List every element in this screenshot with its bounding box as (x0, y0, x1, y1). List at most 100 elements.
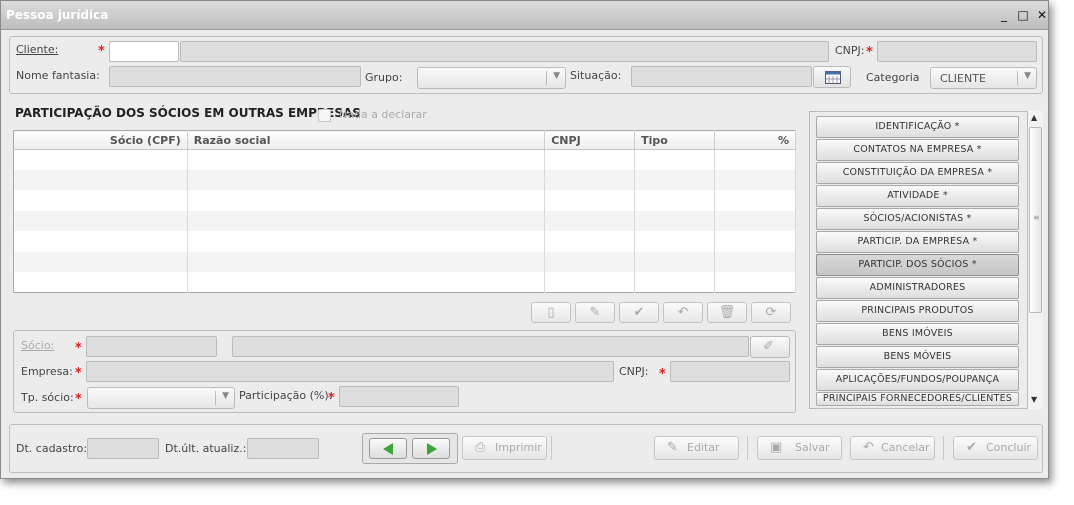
check-icon: ✔ (633, 305, 645, 320)
salvar-button[interactable]: ▣ Salvar (757, 436, 842, 460)
close-button[interactable]: ✕ (1035, 8, 1049, 22)
empresa-field[interactable] (86, 361, 614, 382)
pencil-icon: ✎ (667, 440, 678, 455)
cnpj-label: CNPJ: (835, 44, 865, 57)
delete-record-button[interactable]: 🗑 (707, 302, 747, 323)
undo-icon: ↶ (863, 440, 874, 455)
nome-fantasia-label: Nome fantasia: (16, 69, 100, 82)
column-header-percent[interactable]: % (714, 130, 796, 150)
cnpj-field (877, 41, 1037, 62)
imprimir-button[interactable]: ⎙ Imprimir (462, 436, 547, 460)
cancelar-button[interactable]: ↶ Cancelar (850, 436, 935, 460)
editar-button[interactable]: ✎ Editar (654, 436, 739, 460)
participacao-label: Participação (%): (239, 389, 333, 402)
window-title: Pessoa jurídica (6, 8, 109, 22)
detail-cnpj-field[interactable] (670, 361, 790, 382)
nav-item[interactable]: PARTICIP. DOS SÓCIOS * (816, 254, 1019, 276)
dt-cadastro-field (87, 438, 159, 459)
scroll-up-icon[interactable]: ▲ (1031, 113, 1037, 122)
confirm-record-button[interactable]: ✔ (619, 302, 659, 323)
grupo-select[interactable]: ▼ (417, 67, 566, 89)
arrow-right-icon (427, 443, 437, 455)
cliente-name-field (180, 41, 829, 62)
table-row[interactable] (13, 149, 796, 170)
nada-a-declarar-label: Nada a declarar (339, 108, 427, 121)
nav-item[interactable]: IDENTIFICAÇÃO * (816, 116, 1019, 138)
printer-icon: ⎙ (475, 440, 486, 455)
refresh-record-button[interactable]: ⟳ (751, 302, 791, 323)
record-navigator (362, 433, 458, 464)
calendar-button[interactable] (813, 66, 851, 88)
cliente-code-input[interactable] (109, 41, 179, 62)
nav-item[interactable]: ATIVIDADE * (816, 185, 1019, 207)
divider (747, 436, 748, 460)
nav-item[interactable]: BENS MÓVEIS (816, 346, 1019, 368)
scroll-thumb[interactable]: ≡ (1029, 127, 1042, 313)
nav-item[interactable]: SÓCIOS/ACIONISTAS * (816, 208, 1019, 230)
table-row[interactable] (13, 190, 796, 211)
empresa-label: Empresa: (21, 365, 73, 378)
nav-item[interactable]: BENS IMÓVEIS (816, 323, 1019, 345)
concluir-button[interactable]: ✔ Concluir (953, 436, 1038, 460)
situacao-field (631, 66, 812, 87)
arrow-left-icon (383, 443, 393, 455)
nav-item[interactable]: PRINCIPAIS PRODUTOS (816, 300, 1019, 322)
edit-record-button[interactable]: ✎ (575, 302, 615, 323)
column-header-razao-social[interactable]: Razão social (187, 130, 546, 150)
nome-fantasia-field (109, 66, 361, 87)
required-marker: * (75, 392, 82, 407)
dt-atualiz-label: Dt.últ. atualiz.: (165, 442, 247, 455)
situacao-label: Situação: (570, 69, 622, 82)
new-document-icon: ▯ (547, 305, 555, 320)
grupo-label: Grupo: (365, 71, 403, 84)
required-marker: * (328, 391, 335, 406)
participacoes-table[interactable]: Sócio (CPF) Razão social CNPJ Tipo % (13, 130, 796, 293)
required-marker: * (98, 44, 105, 59)
window: Pessoa jurídica _ □ ✕ Cliente: * CNPJ: *… (0, 0, 1049, 479)
socio-code-field[interactable] (86, 336, 217, 357)
nav-item[interactable]: APLICAÇÕES/FUNDOS/POUPANÇA (816, 369, 1019, 391)
participacao-field[interactable] (339, 386, 459, 407)
nav-scrollbar[interactable]: ▲ ≡ ▼ (1027, 111, 1043, 409)
save-icon: ▣ (770, 440, 783, 455)
required-marker: * (659, 367, 666, 382)
maximize-button[interactable]: □ (1016, 8, 1030, 22)
tp-socio-select[interactable]: ▼ (87, 387, 235, 409)
nav-item[interactable]: PRINCIPAIS FORNECEDORES/CLIENTES (816, 392, 1019, 406)
refresh-icon: ⟳ (765, 305, 777, 320)
new-record-button[interactable]: ▯ (531, 302, 571, 323)
column-header-cnpj[interactable]: CNPJ (544, 130, 636, 150)
required-marker: * (75, 341, 82, 356)
nav-item[interactable]: ADMINISTRADORES (816, 277, 1019, 299)
categoria-select[interactable]: CLIENTE ▼ (930, 67, 1037, 89)
socio-label[interactable]: Sócio: (21, 339, 54, 352)
nada-a-declarar-checkbox[interactable] (318, 109, 331, 122)
check-icon: ✔ (966, 440, 977, 455)
minimize-button[interactable]: _ (997, 8, 1011, 22)
cliente-label[interactable]: Cliente: (16, 43, 58, 56)
previous-button[interactable] (369, 438, 407, 459)
tp-socio-label: Tp. sócio: (21, 391, 74, 404)
socio-clear-button[interactable]: ✐ (750, 336, 790, 358)
nav-item[interactable]: CONSTITUIÇÃO DA EMPRESA * (816, 162, 1019, 184)
chevron-down-icon: ▼ (1024, 71, 1031, 81)
table-row[interactable] (13, 231, 796, 252)
categoria-label: Categoria (866, 71, 920, 84)
table-row[interactable] (13, 169, 796, 191)
required-marker: * (866, 45, 873, 60)
eraser-icon: ✐ (763, 339, 774, 354)
scroll-down-icon[interactable]: ▼ (1031, 395, 1037, 404)
table-row[interactable] (13, 251, 796, 273)
nav-item[interactable]: CONTATOS NA EMPRESA * (816, 139, 1019, 161)
undo-icon: ↶ (677, 305, 689, 320)
required-marker: * (75, 366, 82, 381)
column-header-tipo[interactable]: Tipo (634, 130, 716, 150)
column-header-socio[interactable]: Sócio (CPF) (13, 130, 188, 150)
table-row[interactable] (13, 210, 796, 232)
nav-item[interactable]: PARTICIP. DA EMPRESA * (816, 231, 1019, 253)
section-title: PARTICIPAÇÃO DOS SÓCIOS EM OUTRAS EMPRES… (15, 106, 361, 120)
title-bar: Pessoa jurídica _ □ ✕ (1, 1, 1048, 30)
table-row[interactable] (13, 272, 796, 293)
next-button[interactable] (412, 438, 450, 459)
undo-record-button[interactable]: ↶ (663, 302, 703, 323)
